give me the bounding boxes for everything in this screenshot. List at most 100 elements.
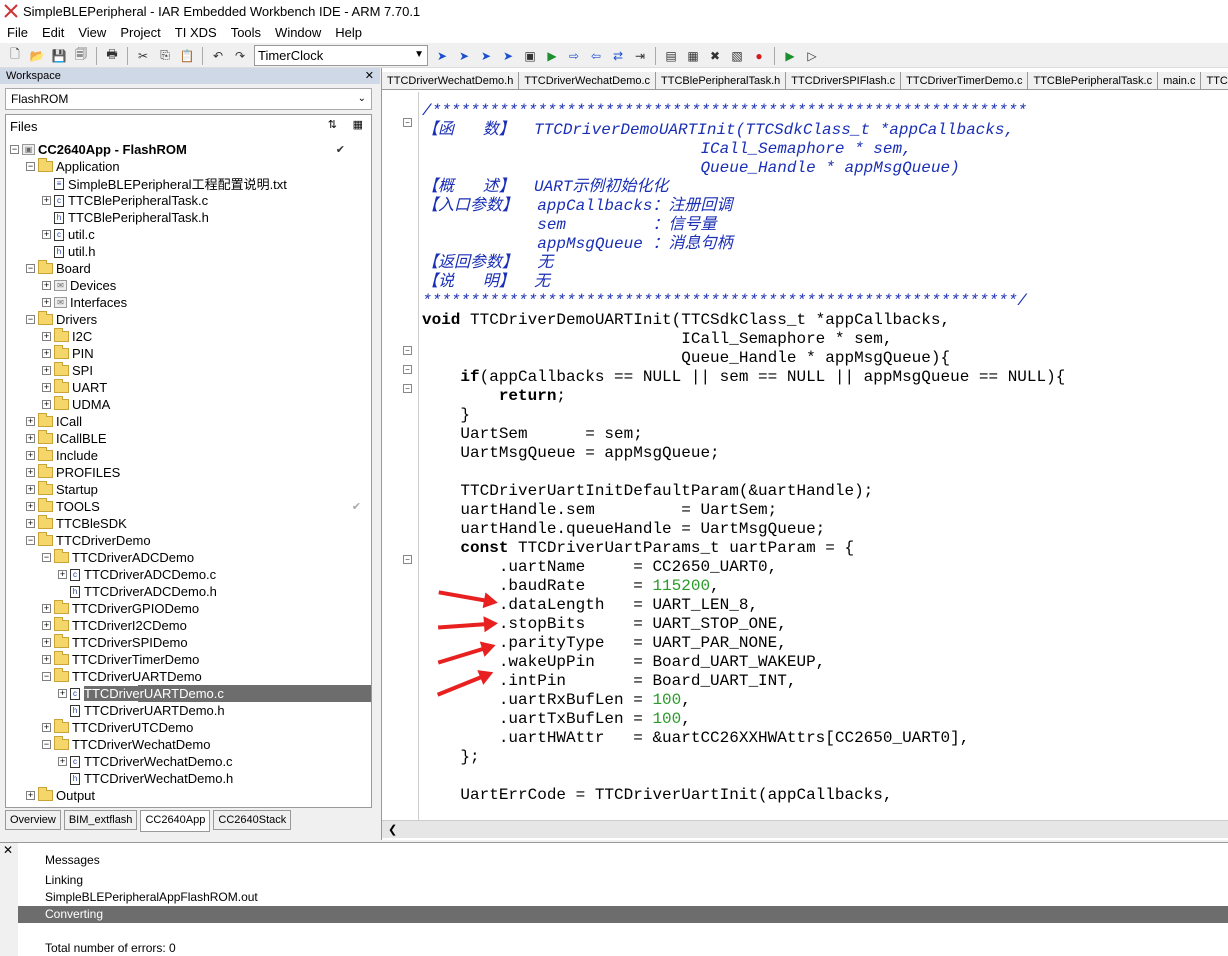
tree-folder-item[interactable]: + Output — [26, 787, 371, 804]
tree-folder-item[interactable]: + UART — [42, 379, 371, 396]
find-previous-icon[interactable]: ➤ — [475, 45, 497, 67]
expand-icon[interactable]: + — [42, 638, 51, 647]
expand-icon[interactable]: + — [42, 281, 51, 290]
collapse-icon[interactable]: − — [26, 536, 35, 545]
close-icon[interactable]: ✕ — [365, 68, 374, 84]
expand-icon[interactable]: + — [42, 196, 51, 205]
compile-icon[interactable]: ▤ — [660, 45, 682, 67]
tree-folder-item[interactable]: − Board — [26, 260, 371, 277]
tree-file-item[interactable]: + c TTCDriverWechatDemo.c — [58, 753, 371, 770]
bookmark-icon[interactable]: ▶ — [541, 45, 563, 67]
expand-icon[interactable]: + — [26, 791, 35, 800]
tree-file-item[interactable]: h TTCBlePeripheralTask.h — [42, 209, 371, 226]
toggle-breakpoint-icon[interactable]: ▧ — [726, 45, 748, 67]
code-area[interactable]: /***************************************… — [422, 92, 1228, 820]
options-icon[interactable]: ▦ — [353, 118, 363, 131]
message-row[interactable]: SimpleBLEPeripheralAppFlashROM.out — [18, 889, 1228, 906]
expand-icon[interactable]: + — [26, 451, 35, 460]
stop-build-icon[interactable]: ✖ — [704, 45, 726, 67]
expand-icon[interactable]: + — [42, 604, 51, 613]
editor-tab[interactable]: main.c — [1158, 72, 1202, 89]
message-row[interactable]: Converting — [18, 906, 1228, 923]
tree-file-item[interactable]: + c TTCDriverUARTDemo.c — [58, 685, 371, 702]
expand-icon[interactable]: + — [42, 230, 51, 239]
tree-file-item[interactable]: ≡ SimpleBLEPeripheral工程配置说明.txt — [42, 175, 371, 192]
fold-toggle-icon[interactable]: − — [403, 365, 412, 374]
tree-file-item[interactable]: + c util.c — [42, 226, 371, 243]
editor-tab[interactable]: TTCDriverTimerDemo.c — [901, 72, 1029, 89]
tree-folder-item[interactable]: + ICall — [26, 413, 371, 430]
find-combo[interactable]: TimerClock ▼ — [254, 45, 428, 66]
menu-view[interactable]: View — [71, 22, 113, 43]
find-next-icon[interactable]: ➤ — [453, 45, 475, 67]
expand-icon[interactable]: + — [42, 332, 51, 341]
editor-tab[interactable]: TTCBlePeripheralTask.c — [1028, 72, 1159, 89]
tree-folder-item[interactable]: + ✉ Devices — [42, 277, 371, 294]
tree-folder-item[interactable]: + I2C — [42, 328, 371, 345]
menu-ti-xds[interactable]: TI XDS — [168, 22, 224, 43]
make-icon[interactable]: ▦ — [682, 45, 704, 67]
tree-file-item[interactable]: h TTCDriverWechatDemo.h — [58, 770, 371, 787]
expand-icon[interactable]: + — [58, 570, 67, 579]
goto-icon[interactable]: ▣ — [519, 45, 541, 67]
menu-project[interactable]: Project — [113, 22, 167, 43]
copy-icon[interactable]: ⎘ — [154, 45, 176, 67]
tree-file-item[interactable]: h util.h — [42, 243, 371, 260]
cut-icon[interactable]: ✂ — [132, 45, 154, 67]
print-icon[interactable]: 🖶 — [101, 45, 123, 67]
tree-file-item[interactable]: h TTCDriverUARTDemo.h — [58, 702, 371, 719]
fold-toggle-icon[interactable]: − — [403, 384, 412, 393]
expand-icon[interactable]: + — [26, 519, 35, 528]
tree-folder-item[interactable]: − TTCDriverDemo — [26, 532, 371, 549]
tree-file-item[interactable]: + c TTCBlePeripheralTask.c — [42, 192, 371, 209]
tree-folder-item[interactable]: − Application — [26, 158, 371, 175]
tab-cc2640stack[interactable]: CC2640Stack — [213, 810, 292, 830]
expand-icon[interactable]: + — [26, 485, 35, 494]
expand-icon[interactable]: + — [58, 757, 67, 766]
tab-cc2640app[interactable]: CC2640App — [140, 810, 211, 832]
tab-overview[interactable]: Overview — [5, 810, 61, 830]
close-icon[interactable]: ✕ — [3, 843, 13, 857]
expand-icon[interactable]: + — [26, 417, 35, 426]
editor-tab[interactable]: TTCDriverWechatDemo.h — [382, 72, 520, 89]
collapse-icon[interactable]: − — [42, 740, 51, 749]
scroll-left-icon[interactable]: ❮ — [388, 823, 397, 836]
tree-folder-item[interactable]: + TTCBleSDK — [26, 515, 371, 532]
tree-folder-item[interactable]: + SPI — [42, 362, 371, 379]
tree-folder-item[interactable]: + Startup — [26, 481, 371, 498]
find-icon[interactable]: ➤ — [431, 45, 453, 67]
tab-bim-extflash[interactable]: BIM_extflash — [63, 810, 138, 830]
paste-icon[interactable]: 📋 — [176, 45, 198, 67]
expand-icon[interactable]: + — [26, 502, 35, 511]
tree-folder-item[interactable]: − Drivers — [26, 311, 371, 328]
tree-folder-item[interactable]: + TOOLS ✔ — [26, 498, 371, 515]
open-folder-icon[interactable]: 📂 — [26, 45, 48, 67]
project-root[interactable]: − ▣ CC2640App - FlashROM ✔ — [10, 141, 371, 158]
fold-toggle-icon[interactable]: − — [403, 555, 412, 564]
message-row[interactable] — [18, 923, 1228, 940]
menu-file[interactable]: File — [0, 22, 35, 43]
tree-folder-item[interactable]: + PROFILES — [26, 464, 371, 481]
menu-help[interactable]: Help — [328, 22, 369, 43]
expand-icon[interactable]: + — [42, 400, 51, 409]
breakpoint-icon[interactable]: ● — [748, 45, 770, 67]
message-row[interactable]: Total number of errors: 0 — [18, 940, 1228, 956]
menu-edit[interactable]: Edit — [35, 22, 71, 43]
expand-icon[interactable]: + — [42, 366, 51, 375]
fold-toggle-icon[interactable]: − — [403, 346, 412, 355]
expand-icon[interactable]: + — [42, 383, 51, 392]
tree-folder-item[interactable]: + Include — [26, 447, 371, 464]
expand-icon[interactable]: + — [58, 689, 67, 698]
tree-file-item[interactable]: h TTCDriverADCDemo.h — [58, 583, 371, 600]
tree-folder-item[interactable]: − TTCDriverUARTDemo — [42, 668, 371, 685]
editor-tab[interactable]: TTCDriverWechatDemo.c — [519, 72, 657, 89]
tree-file-item[interactable]: + c TTCDriverADCDemo.c — [58, 566, 371, 583]
expand-icon[interactable]: + — [26, 434, 35, 443]
undo-icon[interactable]: ↶ — [207, 45, 229, 67]
tree-folder-item[interactable]: + TTCDriverTimerDemo — [42, 651, 371, 668]
tree-folder-item[interactable]: + UDMA — [42, 396, 371, 413]
tree-folder-item[interactable]: + TTCDriverSPIDemo — [42, 634, 371, 651]
tree-folder-item[interactable]: + ICallBLE — [26, 430, 371, 447]
next-bookmark-icon[interactable]: ⇨ — [563, 45, 585, 67]
expand-icon[interactable]: + — [42, 298, 51, 307]
